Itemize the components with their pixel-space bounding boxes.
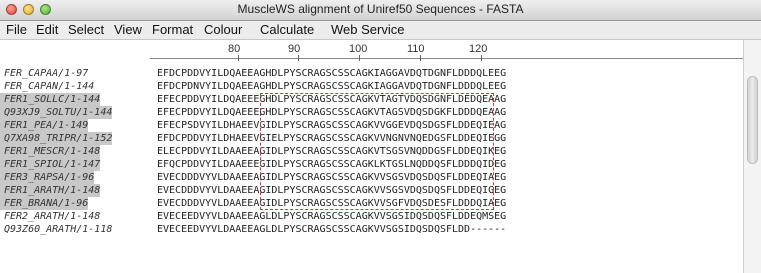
title-bar: MuscleWS alignment of Uniref50 Sequences…	[0, 0, 761, 21]
menu-edit[interactable]: Edit	[36, 22, 58, 37]
vertical-scrollbar[interactable]	[743, 40, 761, 273]
menu-bar: File Edit Select View Format Colour Calc…	[0, 21, 761, 40]
sequence-id-selected[interactable]: FER1_SOLLC/1-144	[0, 93, 101, 106]
sequence-id-selected[interactable]: FER1_MESCR/1-148	[0, 145, 101, 158]
sequence-id-selected[interactable]: FER1_SPIOL/1-147	[0, 158, 101, 171]
sequence-residues: EFDCPDDVYILDQAEEAGHDLPYSCRAGSCSSCAGKIAGG…	[157, 68, 507, 79]
sequence-id-selected[interactable]: FER1_PEA/1-149	[0, 119, 89, 132]
sequence-id-selected[interactable]: Q7XA98_TRIPR/1-152	[0, 132, 113, 145]
sequence-id[interactable]: Q93Z60_ARATH/1-118	[0, 223, 112, 236]
sequence-residues: EVECEEDVYVLDAAEEAGLDLPYSCRAGSCSSCAGKVVSG…	[157, 211, 507, 222]
sequence-residues: EFDCPDNVYILDQAEEAGHDLPYSCRAGSCSSCAGKIAGG…	[157, 81, 507, 92]
menu-file[interactable]: File	[6, 22, 27, 37]
sequence-id-selected[interactable]: FER_BRANA/1-96	[0, 197, 89, 210]
scrollbar-thumb[interactable]	[747, 76, 758, 164]
sequence-panel[interactable]: EFDCPDDVYILDQAEEAGHDLPYSCRAGSCSSCAGKIAGG…	[150, 40, 743, 273]
sequence-id-panel: FER_CAPAA/1-97 FER_CAPAN/1-144 FER1_SOLL…	[0, 40, 150, 273]
menu-view[interactable]: View	[114, 22, 142, 37]
menu-web-service[interactable]: Web Service	[331, 22, 404, 37]
menu-colour[interactable]: Colour	[204, 22, 242, 37]
menu-calculate[interactable]: Calculate	[260, 22, 314, 37]
menu-format[interactable]: Format	[152, 22, 193, 37]
sequence-id[interactable]: FER_CAPAA/1-97	[0, 67, 88, 80]
alignment-panel: 80 90 100 110 120 FER_CAPAA/1-97 FER_CAP…	[0, 40, 743, 273]
alignment-window: MuscleWS alignment of Uniref50 Sequences…	[0, 0, 761, 273]
sequence-id[interactable]: FER_CAPAN/1-144	[0, 80, 94, 93]
window-title: MuscleWS alignment of Uniref50 Sequences…	[237, 2, 524, 16]
sequence-residues: EVECEEDVYVLDAAEEAGLDLPYSCRAGSCSSCAGKVVSG…	[157, 224, 507, 235]
menu-select[interactable]: Select	[68, 22, 104, 37]
sequence-id[interactable]: FER2_ARATH/1-148	[0, 210, 100, 223]
sequence-id-selected[interactable]: FER1_ARATH/1-148	[0, 184, 101, 197]
region-selection-box[interactable]	[260, 93, 494, 210]
sequence-id-selected[interactable]: Q93XJ9_SOLTU/1-144	[0, 106, 113, 119]
sequence-id-selected[interactable]: FER3_RAPSA/1-96	[0, 171, 95, 184]
